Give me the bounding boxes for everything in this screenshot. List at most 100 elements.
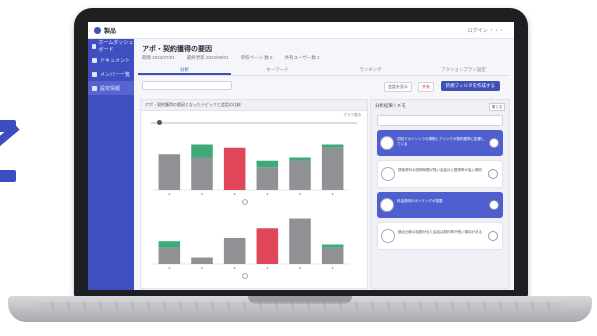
meta-shared: 共有ユーザー数 2 [284, 55, 320, 60]
chart-bar[interactable] [158, 241, 181, 248]
chart-bar[interactable] [289, 160, 311, 190]
comment-item[interactable]: 初回アポイントでの課題ヒアリングが契約獲得に影響している [377, 130, 503, 156]
users-icon [92, 71, 97, 77]
meta-pages: 参照ページ 数 5 [240, 55, 273, 60]
laptop-keyboard-edge [38, 302, 562, 310]
close-button[interactable]: 閉じる [489, 103, 505, 111]
page-title: アポ・契約獲得の要因 [142, 46, 212, 53]
chart-bar[interactable] [321, 144, 344, 148]
chart-bar[interactable] [289, 218, 311, 265]
side-panel-header: 分析結果 / メモ 閉じる [371, 100, 509, 112]
toggle-icon[interactable] [488, 231, 498, 241]
chart-panel-header: アポ・契約獲得の要因となったトピックと会話の比較 [141, 100, 367, 111]
sidebar: ホームダッシュボード ドキュメント メンバー一覧 設定情報 [88, 39, 134, 290]
sidebar-item-documents[interactable]: ドキュメント [88, 53, 134, 67]
chart-bar[interactable] [256, 167, 279, 190]
tab-keywords[interactable]: キーワード [231, 65, 324, 75]
sidebar-item-settings[interactable]: 設定情報 [88, 81, 134, 95]
sidebar-item-label: メンバー一覧 [100, 71, 131, 78]
sidebar-item-label: ホームダッシュボード [98, 40, 134, 53]
main-content: アポ・契約獲得の要因 期間 2022/07/01 最終更新 2022/08/01… [134, 39, 514, 290]
comment-item[interactable]: 提案資料の説明時間が長い会話ほど獲得率が高い傾向 [377, 160, 503, 188]
x-tick-mark [201, 193, 203, 195]
chart-bar[interactable] [321, 147, 344, 190]
avatar-icon [381, 167, 395, 181]
chart-bar[interactable] [256, 160, 279, 168]
sidebar-item-home[interactable]: ホームダッシュボード [88, 39, 134, 53]
backdrop-logo-mark [0, 120, 20, 190]
chart-bar[interactable] [191, 157, 213, 191]
document-icon [92, 57, 97, 63]
sidebar-item-members[interactable]: メンバー一覧 [88, 67, 134, 81]
bar-charts [153, 144, 349, 279]
chart-bar[interactable] [289, 157, 311, 161]
toggle-icon[interactable] [489, 138, 499, 148]
sidebar-item-label: ドキュメント [100, 57, 131, 64]
laptop-screen: 製品 ログイン ・・・ ホームダッシュボード ドキュメント メンバー一覧 設定情… [88, 22, 514, 290]
period-slider[interactable] [151, 120, 357, 125]
logo-icon [94, 26, 101, 34]
user-menu[interactable]: ログイン ・・・ [468, 27, 504, 34]
comment-list: 初回アポイントでの課題ヒアリングが契約獲得に影響している提案資料の説明時間が長い… [371, 130, 509, 250]
comment-text: 提案資料の説明時間が長い会話ほど獲得率が高い傾向 [398, 168, 482, 172]
comment-text: 競合比較の話題が出た会話は契約率が低い傾向がある [398, 230, 482, 234]
backdrop-bar-2 [0, 170, 16, 182]
comment-text: 初回アポイントでの課題ヒアリングが契約獲得に影響している [397, 137, 485, 146]
tab-ranking[interactable]: ランキング [324, 65, 417, 75]
x-tick-mark [233, 267, 236, 269]
side-panel: 分析結果 / メモ 閉じる 初回アポイントでの課題ヒアリングが契約獲得に影響して… [370, 99, 510, 289]
toggle-icon[interactable] [488, 169, 498, 179]
share-button[interactable]: 共有 [418, 82, 434, 92]
pager-dot-icon[interactable] [242, 273, 248, 279]
x-tick-mark [168, 193, 171, 195]
top-bar: 製品 ログイン ・・・ [88, 22, 514, 39]
brand[interactable]: 製品 [94, 26, 116, 35]
tab-action-plan[interactable]: アクションプラン設定 [417, 65, 510, 75]
chart-bar[interactable] [158, 154, 181, 190]
create-filter-button[interactable]: 新規フィルタを作成する [440, 81, 500, 91]
chart-panel: アポ・契約獲得の要因となったトピックと会話の比較 グラフ表示 [140, 99, 368, 289]
x-tick-mark [201, 267, 203, 269]
tab-analysis[interactable]: 分析 [138, 65, 231, 75]
chart-bar[interactable] [191, 257, 213, 265]
avatar-icon [380, 198, 394, 212]
slider-handle[interactable] [157, 120, 163, 125]
x-tick-mark [266, 193, 269, 195]
home-icon [92, 43, 96, 49]
comment-item[interactable]: 料金説明のタイミングが重要 [377, 192, 503, 218]
avatar-icon [380, 136, 394, 150]
memo-input[interactable] [377, 115, 503, 126]
pager-dot-icon[interactable] [242, 199, 248, 205]
chart-bar[interactable] [223, 238, 246, 264]
search-input[interactable] [142, 81, 232, 90]
brand-name: 製品 [104, 28, 117, 35]
chart-view-toggle[interactable]: グラフ表示 [344, 113, 362, 118]
x-tick-mark [299, 267, 301, 269]
toggle-icon[interactable] [489, 200, 499, 210]
chart-bar[interactable] [191, 144, 213, 158]
sidebar-item-label: 設定情報 [100, 85, 121, 92]
gear-icon [92, 85, 97, 91]
meta-updated: 最終更新 2022/08/01 [186, 55, 229, 60]
chart-bar[interactable] [321, 244, 344, 248]
comment-text: 料金説明のタイミングが重要 [397, 199, 443, 203]
chart-bar[interactable] [256, 228, 279, 264]
comment-item[interactable]: 競合比較の話題が出た会話は契約率が低い傾向がある [377, 222, 503, 250]
x-tick-mark [331, 267, 334, 269]
view-conversation-button[interactable]: 会話を見る [384, 82, 412, 92]
x-tick-mark [233, 193, 236, 195]
chart-bar[interactable] [223, 147, 246, 190]
tab-bar: 分析 キーワード ランキング アクションプラン設定 [138, 65, 510, 76]
toolbar: 会話を見る 共有 新規フィルタを作成する [142, 81, 508, 93]
chart-bar[interactable] [158, 247, 181, 264]
x-tick-mark [168, 267, 171, 269]
meta-period: 期間 2022/07/01 [142, 55, 175, 60]
x-tick-mark [266, 267, 269, 269]
meta-row: 期間 2022/07/01 最終更新 2022/08/01 参照ページ 数 5 … [142, 55, 320, 61]
x-tick-mark [299, 193, 301, 195]
x-tick-mark [331, 193, 334, 195]
avatar-icon [381, 229, 395, 243]
side-panel-title: 分析結果 / メモ [375, 103, 406, 108]
chart-bar[interactable] [321, 247, 344, 264]
laptop-base [8, 296, 592, 322]
